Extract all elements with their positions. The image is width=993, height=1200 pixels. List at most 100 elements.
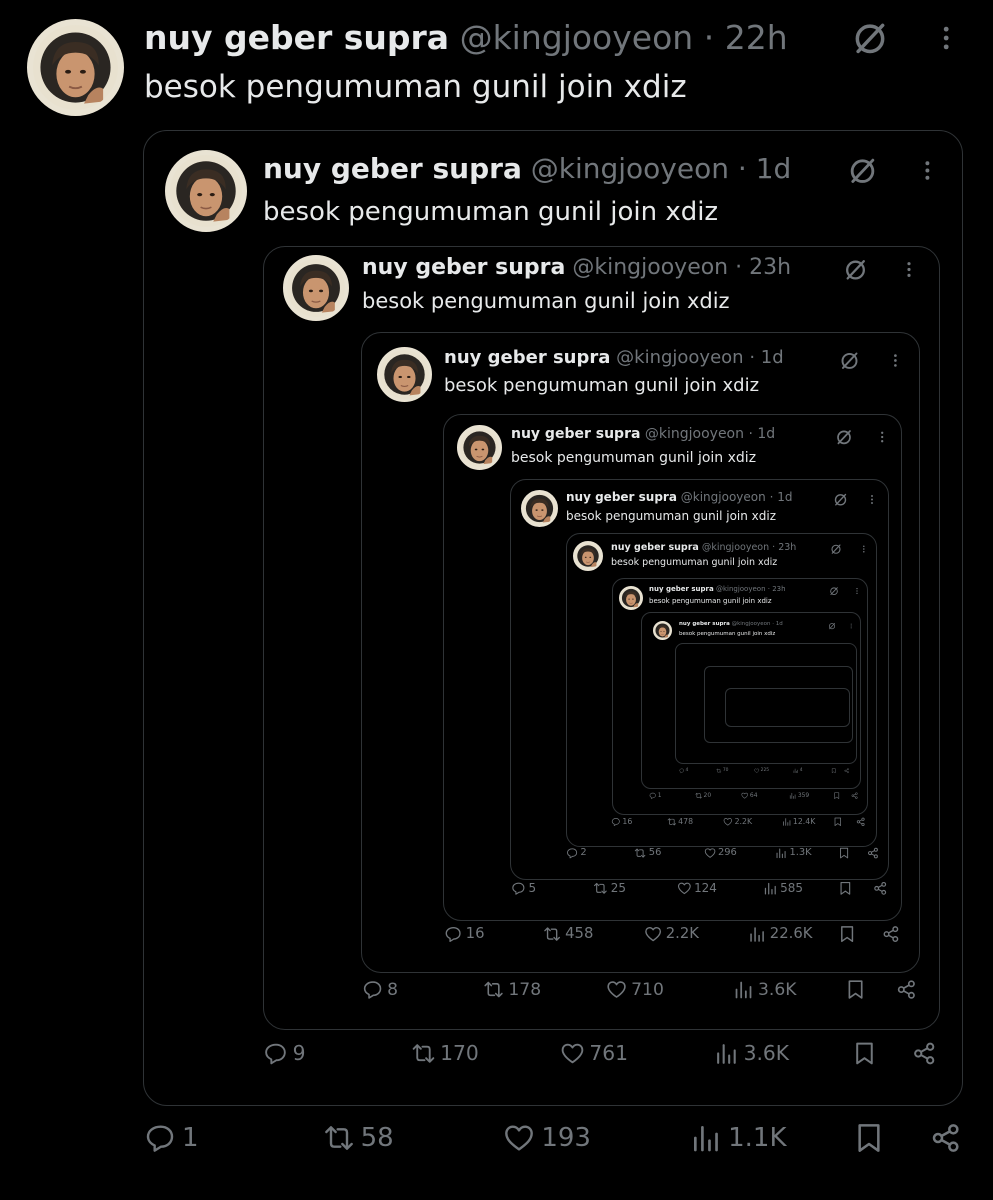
circle-slash-icon[interactable] xyxy=(851,19,889,57)
display-name[interactable]: nuy geber supra xyxy=(649,585,714,593)
circle-slash-icon[interactable] xyxy=(843,257,868,282)
like-button[interactable]: 761 xyxy=(560,1041,628,1066)
views-button[interactable]: 3.6K xyxy=(714,1041,789,1066)
post-time[interactable]: 1d xyxy=(757,426,775,442)
display-name[interactable]: nuy geber supra xyxy=(679,621,730,627)
display-name[interactable]: nuy geber supra xyxy=(566,490,677,504)
repost-button[interactable]: 20 xyxy=(695,792,711,799)
like-button[interactable]: 710 xyxy=(606,979,664,1000)
display-name[interactable]: nuy geber supra xyxy=(511,426,640,442)
more-vertical-icon[interactable] xyxy=(915,155,940,186)
share-button[interactable] xyxy=(856,817,866,827)
avatar[interactable] xyxy=(619,586,643,610)
views-button[interactable]: 12.4K xyxy=(782,817,815,827)
avatar[interactable] xyxy=(165,150,247,232)
views-button[interactable]: 22.6K xyxy=(748,925,813,943)
avatar[interactable] xyxy=(573,541,603,571)
like-button[interactable]: 2.2K xyxy=(644,925,699,943)
views-button[interactable]: 359 xyxy=(789,792,809,799)
more-vertical-icon[interactable] xyxy=(866,492,878,507)
circle-slash-icon[interactable] xyxy=(830,543,842,555)
post-time[interactable]: 23h xyxy=(749,255,791,280)
repost-button[interactable]: 478 xyxy=(667,817,693,827)
reply-button[interactable]: 4 xyxy=(679,768,688,773)
display-name[interactable]: nuy geber supra xyxy=(362,255,565,280)
display-name[interactable]: nuy geber supra xyxy=(444,347,610,368)
bookmark-button[interactable] xyxy=(833,817,843,827)
share-button[interactable] xyxy=(867,847,879,859)
share-button[interactable] xyxy=(844,768,849,774)
circle-slash-icon[interactable] xyxy=(828,622,836,630)
repost-button[interactable]: 178 xyxy=(483,979,541,1000)
avatar[interactable] xyxy=(283,255,349,321)
circle-slash-icon[interactable] xyxy=(839,350,860,371)
user-handle[interactable]: @kingjooyeon xyxy=(460,18,694,57)
user-handle[interactable]: @kingjooyeon xyxy=(645,426,744,442)
post-time[interactable]: 23h xyxy=(778,542,796,553)
circle-slash-icon[interactable] xyxy=(829,586,839,596)
reply-button[interactable]: 9 xyxy=(263,1041,306,1066)
share-button[interactable] xyxy=(851,792,858,800)
repost-button[interactable]: 25 xyxy=(593,881,626,896)
bookmark-button[interactable] xyxy=(838,847,850,859)
share-button[interactable] xyxy=(873,881,888,896)
views-button[interactable]: 4 xyxy=(793,768,803,773)
display-name[interactable]: nuy geber supra xyxy=(611,542,699,553)
views-button[interactable]: 1.1K xyxy=(690,1122,787,1154)
user-handle[interactable]: @kingjooyeon xyxy=(616,347,743,368)
repost-button[interactable]: 58 xyxy=(323,1122,394,1154)
like-button[interactable]: 64 xyxy=(741,792,758,799)
share-button[interactable] xyxy=(912,1041,937,1066)
views-button[interactable]: 3.6K xyxy=(733,979,797,1000)
circle-slash-icon[interactable] xyxy=(847,155,878,186)
repost-button[interactable]: 56 xyxy=(634,847,661,859)
circle-slash-icon[interactable] xyxy=(835,428,853,446)
user-handle[interactable]: @kingjooyeon xyxy=(732,621,771,627)
like-button[interactable]: 225 xyxy=(754,768,769,773)
avatar[interactable] xyxy=(521,490,558,527)
post-time[interactable]: 1d xyxy=(776,621,783,627)
like-button[interactable]: 193 xyxy=(503,1122,591,1154)
more-vertical-icon[interactable] xyxy=(848,622,854,630)
reply-button[interactable]: 16 xyxy=(444,925,485,943)
bookmark-button[interactable] xyxy=(838,881,853,896)
bookmark-button[interactable] xyxy=(831,768,836,774)
share-button[interactable] xyxy=(930,1122,962,1154)
bookmark-button[interactable] xyxy=(845,979,866,1000)
reply-button[interactable]: 1 xyxy=(144,1122,199,1154)
repost-button[interactable]: 170 xyxy=(411,1041,479,1066)
user-handle[interactable]: @kingjooyeon xyxy=(702,542,769,553)
views-button[interactable]: 1.3K xyxy=(775,847,812,859)
repost-button[interactable]: 458 xyxy=(543,925,593,943)
more-vertical-icon[interactable] xyxy=(875,428,889,446)
views-button[interactable]: 585 xyxy=(763,881,803,896)
reply-button[interactable]: 8 xyxy=(362,979,398,1000)
user-handle[interactable]: @kingjooyeon xyxy=(572,255,728,280)
circle-slash-icon[interactable] xyxy=(833,492,848,507)
reply-button[interactable]: 5 xyxy=(511,881,536,896)
avatar[interactable] xyxy=(653,621,672,640)
display-name[interactable]: nuy geber supra xyxy=(144,18,449,57)
post-time[interactable]: 1d xyxy=(756,152,792,185)
share-button[interactable] xyxy=(882,925,900,943)
reply-button[interactable]: 16 xyxy=(611,817,632,827)
post-time[interactable]: 23h xyxy=(772,585,785,593)
avatar[interactable] xyxy=(377,347,432,402)
display-name[interactable]: nuy geber supra xyxy=(263,152,522,185)
user-handle[interactable]: @kingjooyeon xyxy=(531,152,729,185)
bookmark-button[interactable] xyxy=(838,925,856,943)
bookmark-button[interactable] xyxy=(833,792,840,800)
avatar[interactable] xyxy=(27,19,124,116)
avatar[interactable] xyxy=(457,425,502,470)
repost-button[interactable]: 70 xyxy=(716,768,728,773)
more-vertical-icon[interactable] xyxy=(899,257,919,282)
like-button[interactable]: 124 xyxy=(677,881,717,896)
share-button[interactable] xyxy=(896,979,917,1000)
post-time[interactable]: 1d xyxy=(777,490,792,504)
more-vertical-icon[interactable] xyxy=(853,586,861,596)
more-vertical-icon[interactable] xyxy=(887,350,904,371)
post-time[interactable]: 22h xyxy=(725,18,788,57)
bookmark-button[interactable] xyxy=(853,1122,885,1154)
post-time[interactable]: 1d xyxy=(761,347,784,368)
more-vertical-icon[interactable] xyxy=(931,19,961,57)
